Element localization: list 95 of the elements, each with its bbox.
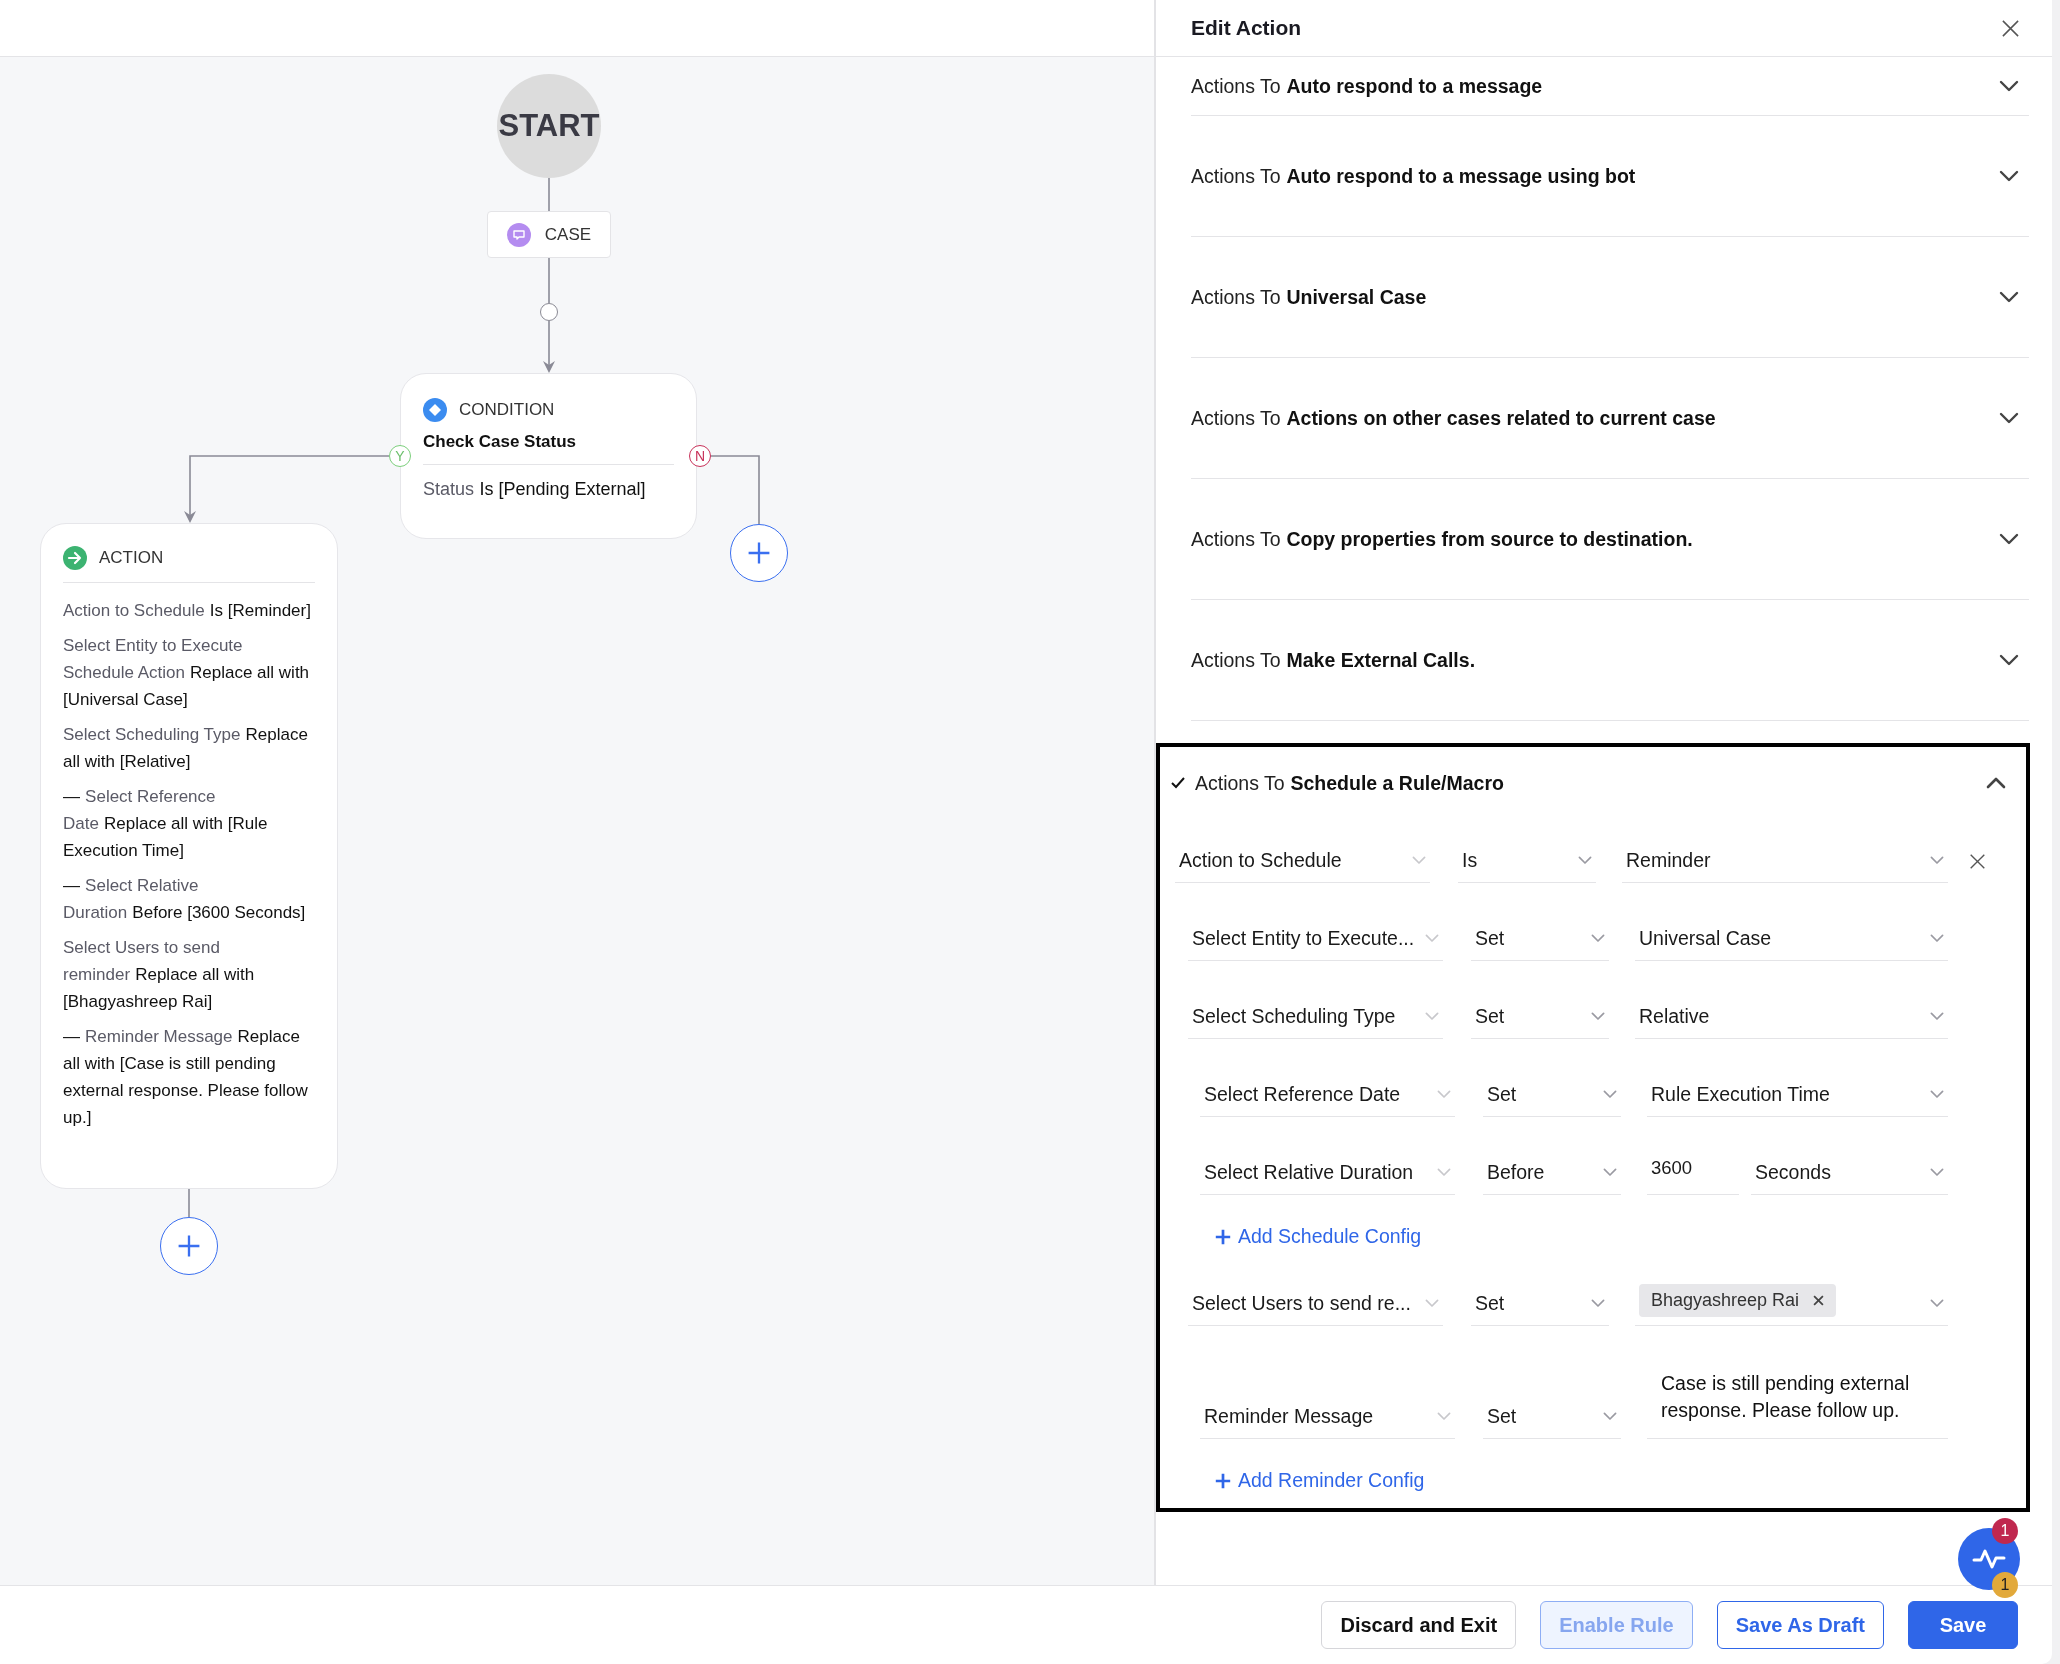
chevron-down-icon[interactable] bbox=[1999, 533, 2019, 545]
junction-dot bbox=[540, 303, 558, 321]
chevron-down-icon[interactable] bbox=[1999, 291, 2019, 303]
chevron-down-icon[interactable] bbox=[1999, 412, 2019, 424]
action-detail-text: Select Users to send reminder Replace all with [Bhagyashreep Rai] bbox=[63, 937, 256, 1013]
operator-dropdown[interactable]: Set bbox=[1471, 917, 1609, 961]
chevron-down-icon bbox=[1930, 1299, 1944, 1308]
message-field[interactable]: Case is still pending external response. Please follow up. bbox=[1647, 1360, 1948, 1439]
add-config-link[interactable]: Add Reminder Config bbox=[1214, 1469, 1425, 1492]
panel-title: Edit Action bbox=[1191, 16, 1302, 40]
section-title: Actions To Actions on other cases related to current case bbox=[1191, 406, 1716, 430]
section-title: Actions To Universal Case bbox=[1191, 285, 1427, 309]
chevron-down-icon bbox=[1930, 856, 1944, 865]
value-dropdown[interactable]: Reminder bbox=[1622, 839, 1948, 883]
action-detail-text: — Select Relative Duration Before [3600 Seconds] bbox=[63, 875, 307, 924]
action-detail-text: Action to Schedule Is [Reminder] bbox=[63, 600, 312, 622]
chevron-down-icon[interactable] bbox=[1999, 170, 2019, 182]
chevron-down-icon bbox=[1603, 1090, 1617, 1099]
unit-dropdown[interactable]: Seconds bbox=[1751, 1151, 1948, 1195]
node-title: Check Case Status bbox=[423, 432, 578, 452]
remove-icon[interactable] bbox=[1813, 1295, 1825, 1306]
plus-icon bbox=[1214, 1227, 1232, 1246]
user-select[interactable]: Bhagyashreep Rai bbox=[1635, 1282, 1948, 1326]
remove-button[interactable] bbox=[1968, 852, 1986, 870]
field-dropdown[interactable]: Select Users to send re... bbox=[1188, 1282, 1443, 1326]
plus-icon bbox=[746, 540, 772, 566]
close-icon bbox=[2001, 18, 2020, 38]
chevron-down-icon bbox=[1437, 1090, 1451, 1099]
connector-line bbox=[710, 455, 760, 525]
field-dropdown[interactable]: Select Reference Date bbox=[1200, 1073, 1455, 1117]
chevron-down-icon bbox=[1578, 856, 1592, 865]
field-dropdown[interactable]: Select Relative Duration bbox=[1200, 1151, 1455, 1195]
action-detail-text: Select Entity to Execute Schedule Action Replace all with [Universal Case] bbox=[63, 635, 311, 711]
condition-summary: Status Is [Pending External] bbox=[423, 479, 647, 500]
node-type-label: ACTION bbox=[99, 548, 164, 568]
close-button[interactable] bbox=[2001, 18, 2020, 38]
section-title: Actions To Copy properties from source to destination. bbox=[1191, 527, 1693, 551]
chevron-down-icon bbox=[1425, 1012, 1439, 1021]
chevron-down-icon bbox=[1591, 1012, 1605, 1021]
chevron-down-icon bbox=[1930, 1012, 1944, 1021]
action-detail-text: Select Scheduling Type Replace all with [Relative] bbox=[63, 724, 309, 773]
close-icon bbox=[1968, 852, 1986, 870]
value-dropdown[interactable]: Relative bbox=[1635, 995, 1948, 1039]
branch-badge: Y bbox=[389, 445, 411, 467]
field-dropdown[interactable]: Select Scheduling Type bbox=[1188, 995, 1443, 1039]
operator-dropdown[interactable]: Set bbox=[1471, 995, 1609, 1039]
value-dropdown[interactable]: Rule Execution Time bbox=[1647, 1073, 1948, 1117]
section-title: Actions To Auto respond to a message using bot bbox=[1191, 164, 1636, 188]
notification-badge: 1 bbox=[1992, 1572, 2018, 1598]
chevron-down-icon bbox=[1425, 1299, 1439, 1308]
chevron-down-icon bbox=[1930, 934, 1944, 943]
node-type-label: CONDITION bbox=[459, 400, 555, 420]
chevron-down-icon bbox=[1930, 1090, 1944, 1099]
value-dropdown[interactable]: Universal Case bbox=[1635, 917, 1948, 961]
operator-dropdown[interactable]: Set bbox=[1483, 1395, 1621, 1439]
chevron-down-icon bbox=[1437, 1168, 1451, 1177]
chevron-down-icon bbox=[1591, 1299, 1605, 1308]
footer-button[interactable]: Save As Draft bbox=[1716, 1601, 1884, 1649]
pulse-icon bbox=[1972, 1547, 2006, 1571]
field-dropdown[interactable]: Reminder Message bbox=[1200, 1395, 1455, 1439]
chevron-down-icon bbox=[1603, 1168, 1617, 1177]
footer-button[interactable]: Discard and Exit bbox=[1321, 1601, 1517, 1649]
section-title: Actions To Make External Calls. bbox=[1191, 648, 1476, 672]
chevron-down-icon bbox=[1412, 856, 1426, 865]
operator-dropdown[interactable]: Set bbox=[1471, 1282, 1609, 1326]
chevron-up-icon[interactable] bbox=[1986, 777, 2006, 789]
field-dropdown[interactable]: Action to Schedule bbox=[1175, 839, 1430, 883]
user-chip[interactable]: Bhagyashreep Rai bbox=[1639, 1284, 1837, 1317]
node-type-label: CASE bbox=[544, 224, 592, 245]
chevron-down-icon bbox=[1930, 1168, 1944, 1177]
plus-icon bbox=[1214, 1471, 1232, 1490]
operator-dropdown[interactable]: Is bbox=[1458, 839, 1596, 883]
connector-line bbox=[188, 1188, 190, 1218]
operator-dropdown[interactable]: Set bbox=[1483, 1073, 1621, 1117]
action-detail-text: — Reminder Message Replace all with [Case is still pending external response. Please follow up.] bbox=[63, 1026, 309, 1129]
field-dropdown[interactable]: Select Entity to Execute... bbox=[1188, 917, 1443, 961]
connector-line bbox=[548, 257, 550, 304]
chat-icon bbox=[506, 222, 531, 247]
chevron-down-icon bbox=[1603, 1412, 1617, 1421]
connector-arrow bbox=[543, 320, 555, 373]
plus-icon bbox=[176, 1233, 202, 1259]
chevron-down-icon[interactable] bbox=[1999, 80, 2019, 92]
chevron-down-icon bbox=[1425, 934, 1439, 943]
chevron-down-icon bbox=[1591, 934, 1605, 943]
add-config-link[interactable]: Add Schedule Config bbox=[1214, 1225, 1422, 1248]
section-title: Actions To Auto respond to a message bbox=[1191, 74, 1543, 98]
start-node: START bbox=[497, 74, 601, 178]
footer-button[interactable]: Save bbox=[1908, 1601, 2018, 1649]
operator-dropdown[interactable]: Before bbox=[1483, 1151, 1621, 1195]
chevron-down-icon[interactable] bbox=[1999, 654, 2019, 666]
section-title: Actions To Schedule a Rule/Macro bbox=[1195, 771, 1505, 795]
number-field[interactable]: 3600 bbox=[1647, 1151, 1739, 1195]
action-detail-text: — Select Reference Date Replace all with [Rule Execution Time] bbox=[63, 786, 269, 862]
chevron-down-icon bbox=[1437, 1412, 1451, 1421]
connector-line bbox=[548, 177, 550, 212]
